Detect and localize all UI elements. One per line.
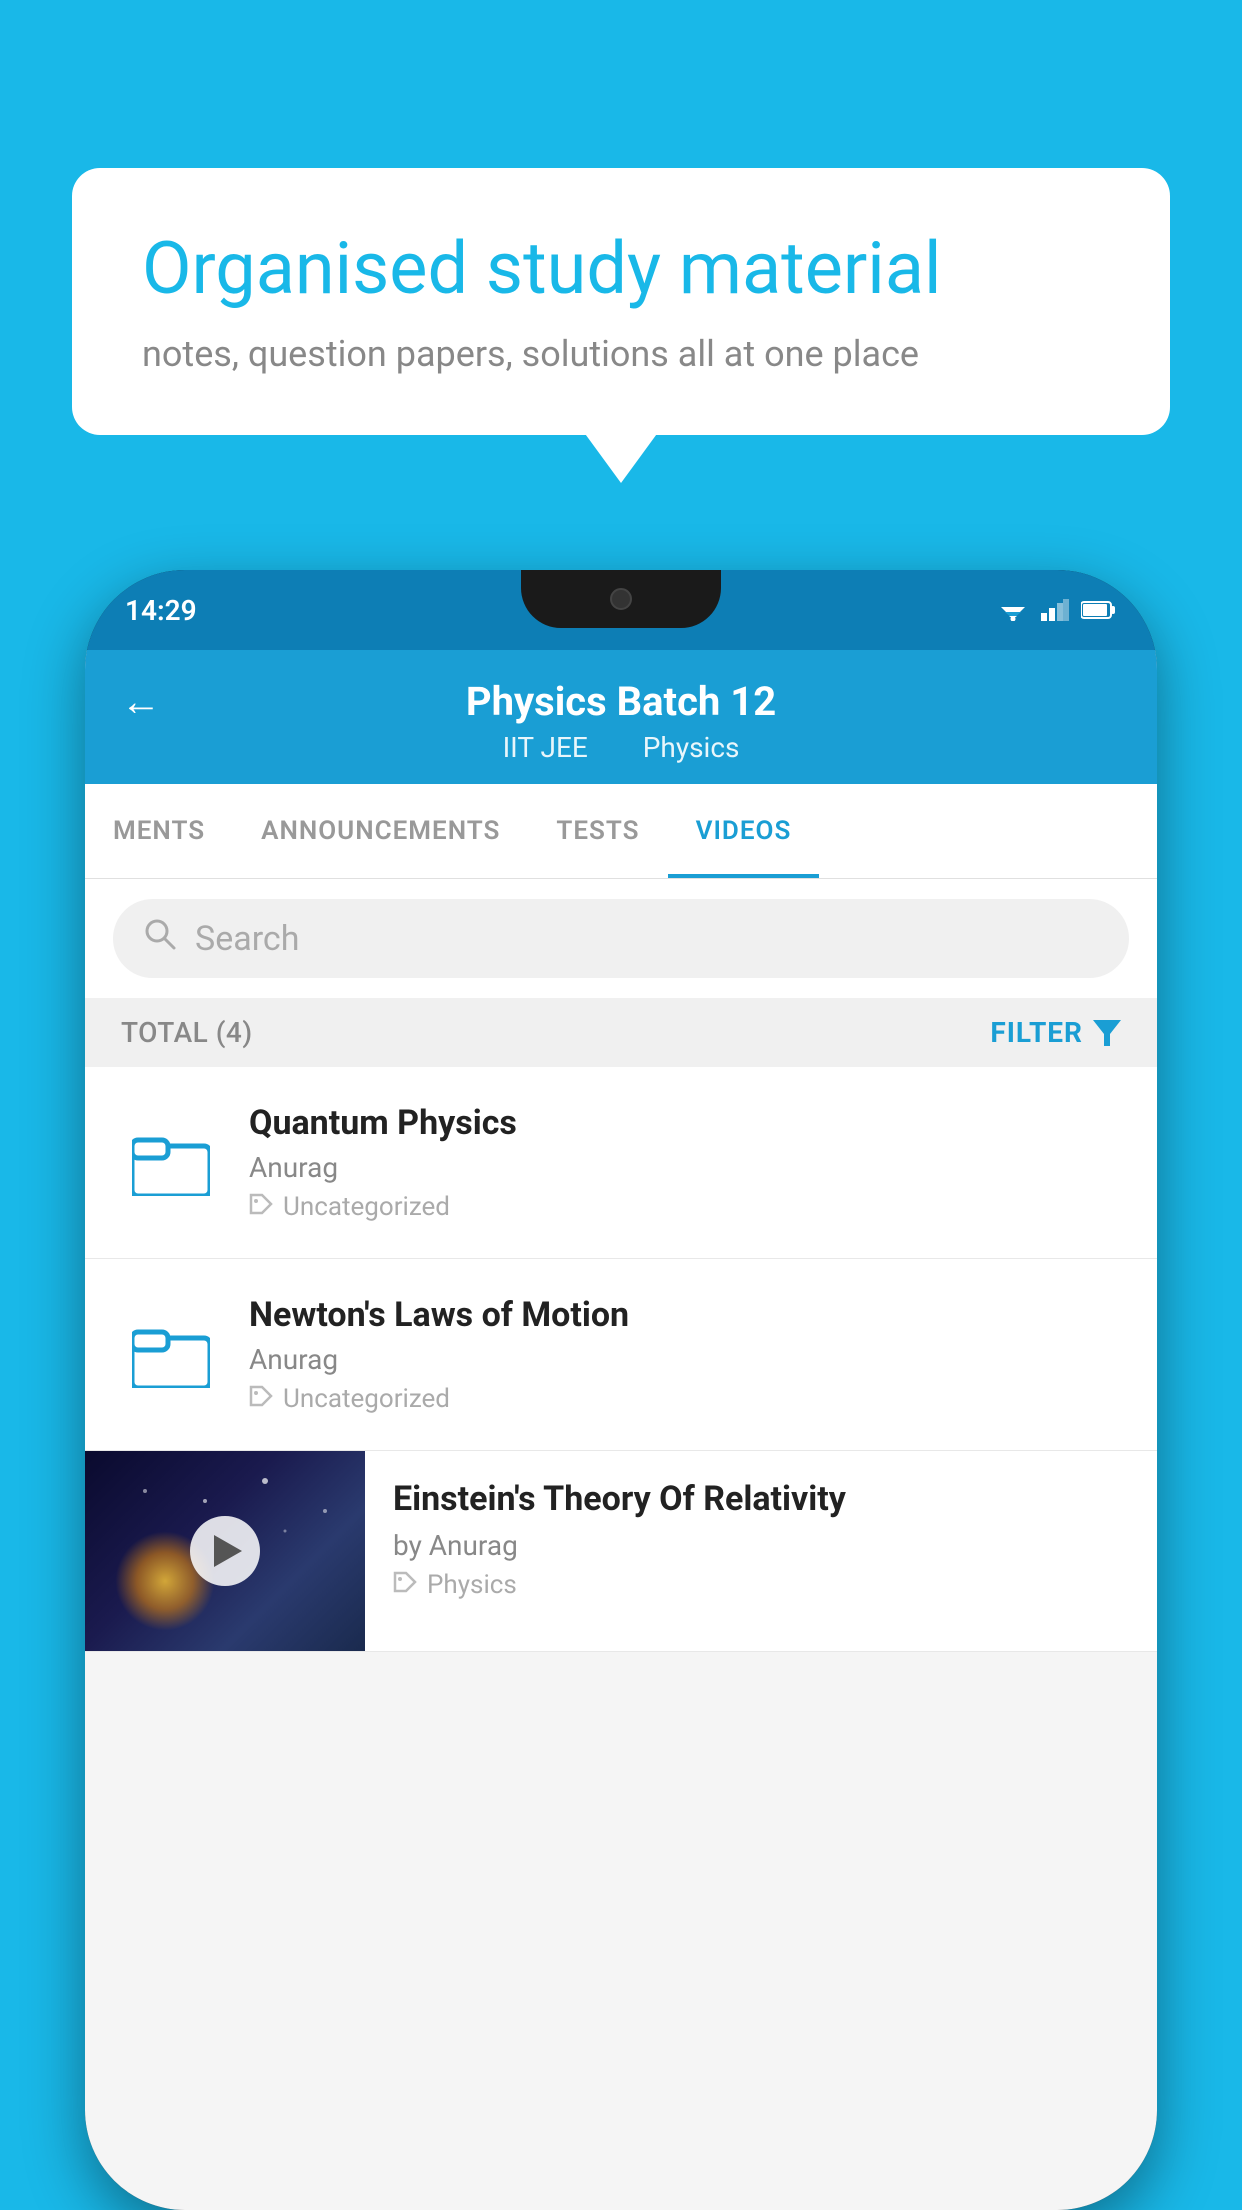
total-count: TOTAL (4) — [121, 1016, 253, 1049]
folder-icon — [121, 1322, 221, 1388]
thumb-content: Einstein's Theory Of Relativity by Anura… — [365, 1451, 1157, 1628]
header-subtitle-part2: Physics — [643, 731, 740, 764]
status-time: 14:29 — [125, 594, 197, 627]
tab-ments[interactable]: MENTS — [85, 784, 233, 878]
item-tag: Physics — [393, 1570, 1129, 1600]
folder-svg — [132, 1322, 210, 1388]
bubble-subtitle: notes, question papers, solutions all at… — [142, 333, 1100, 375]
filter-bar: TOTAL (4) FILTER — [85, 998, 1157, 1067]
tag-icon — [249, 1384, 273, 1414]
search-bar[interactable]: Search — [113, 899, 1129, 978]
header-subtitle-part1: IIT JEE — [503, 731, 588, 764]
filter-label: FILTER — [990, 1016, 1083, 1049]
list-item[interactable]: Newton's Laws of Motion Anurag Uncategor… — [85, 1259, 1157, 1451]
item-tag: Uncategorized — [249, 1384, 1121, 1414]
item-title: Newton's Laws of Motion — [249, 1295, 1121, 1335]
item-title: Quantum Physics — [249, 1103, 1121, 1143]
search-icon — [143, 917, 177, 960]
tag-icon — [393, 1570, 417, 1600]
folder-svg — [132, 1130, 210, 1196]
item-author: Anurag — [249, 1151, 1121, 1184]
tag-svg — [249, 1385, 273, 1407]
item-content: Newton's Laws of Motion Anurag Uncategor… — [249, 1295, 1121, 1414]
video-list: Quantum Physics Anurag Uncategorized — [85, 1067, 1157, 1652]
status-bar: 14:29 — [85, 570, 1157, 650]
tag-label: Physics — [427, 1570, 517, 1600]
back-button[interactable]: ← — [121, 678, 161, 725]
app-header: ← Physics Batch 12 IIT JEE Physics — [85, 650, 1157, 784]
header-row: ← Physics Batch 12 — [121, 678, 1121, 725]
play-triangle-icon — [214, 1535, 242, 1567]
tab-videos[interactable]: VIDEOS — [668, 784, 820, 878]
phone-container: 14:29 — [85, 570, 1157, 2210]
app-screen: ← Physics Batch 12 IIT JEE Physics MENTS… — [85, 650, 1157, 2210]
tab-tests[interactable]: TESTS — [528, 784, 667, 878]
status-icons — [997, 599, 1117, 621]
tag-svg — [393, 1571, 417, 1593]
notch-cutout — [521, 570, 721, 628]
list-item[interactable]: Einstein's Theory Of Relativity by Anura… — [85, 1451, 1157, 1652]
list-item[interactable]: Quantum Physics Anurag Uncategorized — [85, 1067, 1157, 1259]
signal-icon — [1041, 599, 1069, 621]
header-subtitle: IIT JEE Physics — [491, 731, 752, 764]
tag-label: Uncategorized — [283, 1384, 450, 1414]
item-title: Einstein's Theory Of Relativity — [393, 1479, 1129, 1519]
filter-button[interactable]: FILTER — [990, 1016, 1121, 1049]
speech-bubble: Organised study material notes, question… — [72, 168, 1170, 435]
play-button[interactable] — [190, 1516, 260, 1586]
item-tag: Uncategorized — [249, 1192, 1121, 1222]
header-title: Physics Batch 12 — [466, 678, 776, 725]
camera-dot — [610, 588, 632, 610]
search-placeholder: Search — [195, 919, 299, 959]
item-content: Quantum Physics Anurag Uncategorized — [249, 1103, 1121, 1222]
video-thumbnail — [85, 1451, 365, 1651]
item-author: Anurag — [249, 1343, 1121, 1376]
tag-icon — [249, 1192, 273, 1222]
bubble-title: Organised study material — [142, 228, 1100, 311]
wifi-icon — [997, 599, 1029, 621]
tag-svg — [249, 1193, 273, 1215]
item-author: by Anurag — [393, 1529, 1129, 1562]
battery-icon — [1081, 600, 1117, 620]
tabs-bar: MENTS ANNOUNCEMENTS TESTS VIDEOS — [85, 784, 1157, 879]
filter-funnel-icon — [1093, 1020, 1121, 1046]
search-bar-container: Search — [85, 879, 1157, 998]
tag-label: Uncategorized — [283, 1192, 450, 1222]
tab-announcements[interactable]: ANNOUNCEMENTS — [233, 784, 528, 878]
phone-frame: 14:29 — [85, 570, 1157, 2210]
folder-icon — [121, 1130, 221, 1196]
